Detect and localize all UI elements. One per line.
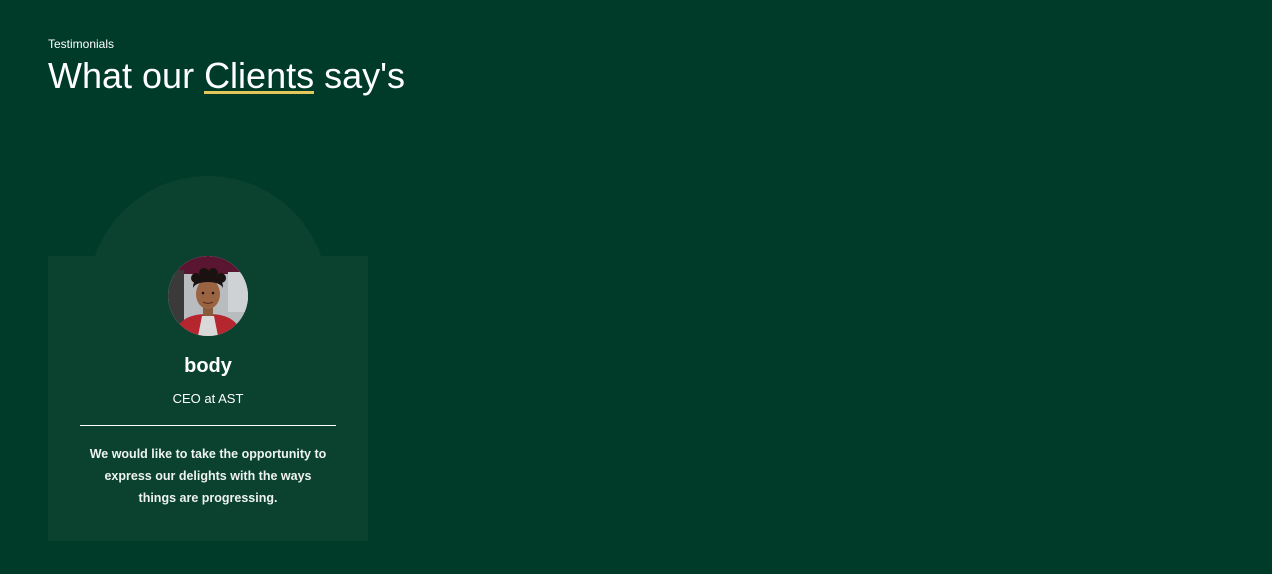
section-eyebrow: Testimonials xyxy=(48,37,115,51)
client-role: CEO at AST xyxy=(172,391,244,406)
client-portrait-photo xyxy=(168,256,248,336)
testimonial-card-body: body CEO at AST We would like to take th… xyxy=(48,256,368,541)
section-title-end: say's xyxy=(314,55,406,96)
divider xyxy=(80,425,336,426)
section-title-highlight: Clients xyxy=(204,55,315,96)
testimonial-quote: We would like to take the opportunity to… xyxy=(89,447,327,505)
section-title: What our Clients say's xyxy=(48,55,405,97)
section-title-start: What our xyxy=(48,55,205,96)
client-name: body xyxy=(184,355,232,377)
avatar xyxy=(168,256,248,336)
testimonial-card: body CEO at AST We would like to take th… xyxy=(48,176,368,541)
